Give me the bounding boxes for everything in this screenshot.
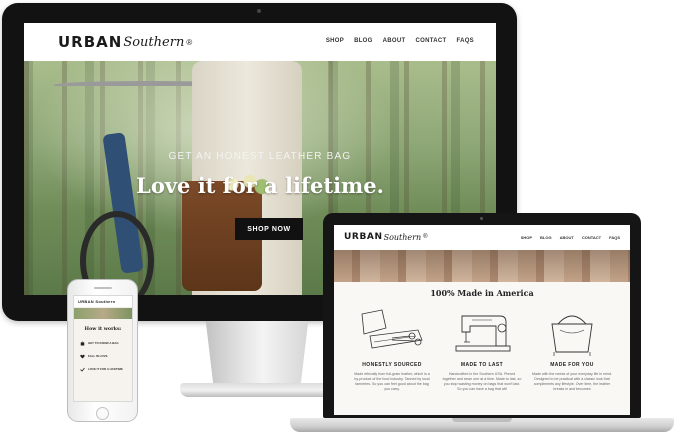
feature-title: MADE FOR YOU — [550, 362, 594, 368]
desktop-site-header: URBAN Southern ® SHOP BLOG ABOUT CONTACT… — [24, 23, 496, 61]
nav-item-faqs[interactable]: FAQS — [456, 38, 474, 44]
phone-site-header: URBAN Southern — [74, 296, 132, 308]
shop-now-button[interactable]: SHOP NOW — [235, 218, 303, 240]
logo-wordmark-bold: URBAN — [58, 33, 123, 51]
laptop-site-header: URBAN Southern ® SHOP BLOG ABOUT CONTACT… — [334, 225, 630, 250]
hero-tagline: GET AN HONEST LEATHER BAG — [168, 151, 352, 162]
logo-wordmark-script: Southern — [123, 34, 185, 50]
feature-column: MADE FOR YOU Made with the needs of your… — [532, 306, 612, 392]
nav-item-shop[interactable]: SHOP — [521, 235, 532, 240]
leather-scissors-icon — [361, 309, 423, 349]
nav-item-faqs[interactable]: FAQS — [609, 235, 620, 240]
desktop-nav: SHOP BLOG ABOUT CONTACT FAQS — [326, 38, 474, 44]
monitor-stand-neck — [205, 321, 309, 383]
hero-title: Love it for a lifetime. — [136, 173, 384, 198]
laptop-banner-photo — [334, 250, 630, 282]
step-label: LOVE IT FOR A LIFETIME — [88, 366, 123, 371]
phone-home-button — [96, 407, 109, 420]
feature-text: Handcrafted in the Southern USA. Pieced … — [442, 372, 522, 391]
list-item: GET TO KNOW A BAG — [80, 341, 124, 346]
nav-item-blog[interactable]: BLOG — [354, 38, 373, 44]
check-icon — [80, 367, 85, 372]
nav-item-contact[interactable]: CONTACT — [415, 38, 446, 44]
phone-speaker — [94, 287, 112, 289]
laptop-camera — [480, 217, 483, 220]
list-item: LOVE IT FOR A LIFETIME — [80, 367, 124, 372]
feature-column: HONESTLY SOURCED Made ethically from ful… — [352, 306, 432, 392]
laptop-screen: URBAN Southern ® SHOP BLOG ABOUT CONTACT… — [334, 225, 630, 415]
device-mockup-showcase: URBAN Southern ® SHOP BLOG ABOUT CONTACT… — [0, 0, 676, 439]
logo-registered-mark: ® — [423, 234, 428, 240]
feature-title: MADE TO LAST — [460, 362, 504, 368]
laptop-opening-notch — [452, 418, 512, 422]
desktop-logo[interactable]: URBAN Southern ® — [58, 33, 192, 51]
step-label: FALL IN LOVE — [88, 353, 108, 358]
laptop-logo[interactable]: URBAN Southern ® — [344, 232, 428, 242]
bag-icon — [80, 341, 85, 346]
nav-item-contact[interactable]: CONTACT — [582, 235, 601, 240]
nav-item-shop[interactable]: SHOP — [326, 38, 344, 44]
how-it-works-title: How it works: — [84, 326, 122, 332]
sewing-machine-icon — [455, 315, 511, 352]
feature-text: Made with the needs of your everyday lif… — [532, 372, 612, 391]
logo-registered-mark: ® — [186, 37, 193, 47]
feature-text: Made ethically from full-grain leather, … — [354, 372, 430, 391]
nav-item-about[interactable]: ABOUT — [560, 235, 574, 240]
feature-title: HONESTLY SOURCED — [362, 362, 422, 368]
features-heading: 100% Made in America — [430, 288, 534, 298]
laptop-nav: SHOP BLOG ABOUT CONTACT FAQS — [521, 235, 620, 240]
logo-wordmark-script: Southern — [383, 232, 422, 242]
phone-device: URBAN Southern How it works: GET TO KNOW… — [67, 279, 138, 422]
monitor-camera — [257, 9, 261, 13]
logo-wordmark-bold: URBAN — [344, 232, 383, 242]
phone-logo[interactable]: URBAN Southern — [78, 299, 115, 304]
laptop-features-section: 100% Made in America HONESTLY SOURCED Ma… — [334, 282, 630, 415]
phone-how-it-works: How it works: GET TO KNOW A BAG FALL IN … — [74, 319, 132, 401]
phone-banner-photo — [74, 308, 132, 319]
tote-bag-icon — [551, 315, 593, 356]
step-label: GET TO KNOW A BAG — [88, 340, 119, 345]
nav-item-about[interactable]: ABOUT — [383, 38, 406, 44]
laptop-device: URBAN Southern ® SHOP BLOG ABOUT CONTACT… — [323, 213, 641, 418]
list-item: FALL IN LOVE — [80, 354, 124, 359]
nav-item-blog[interactable]: BLOG — [540, 235, 552, 240]
heart-icon — [80, 354, 85, 359]
phone-screen: URBAN Southern How it works: GET TO KNOW… — [73, 295, 133, 402]
feature-column: MADE TO LAST Handcrafted in the Southern… — [442, 306, 522, 392]
monitor-stand-base — [180, 383, 334, 397]
